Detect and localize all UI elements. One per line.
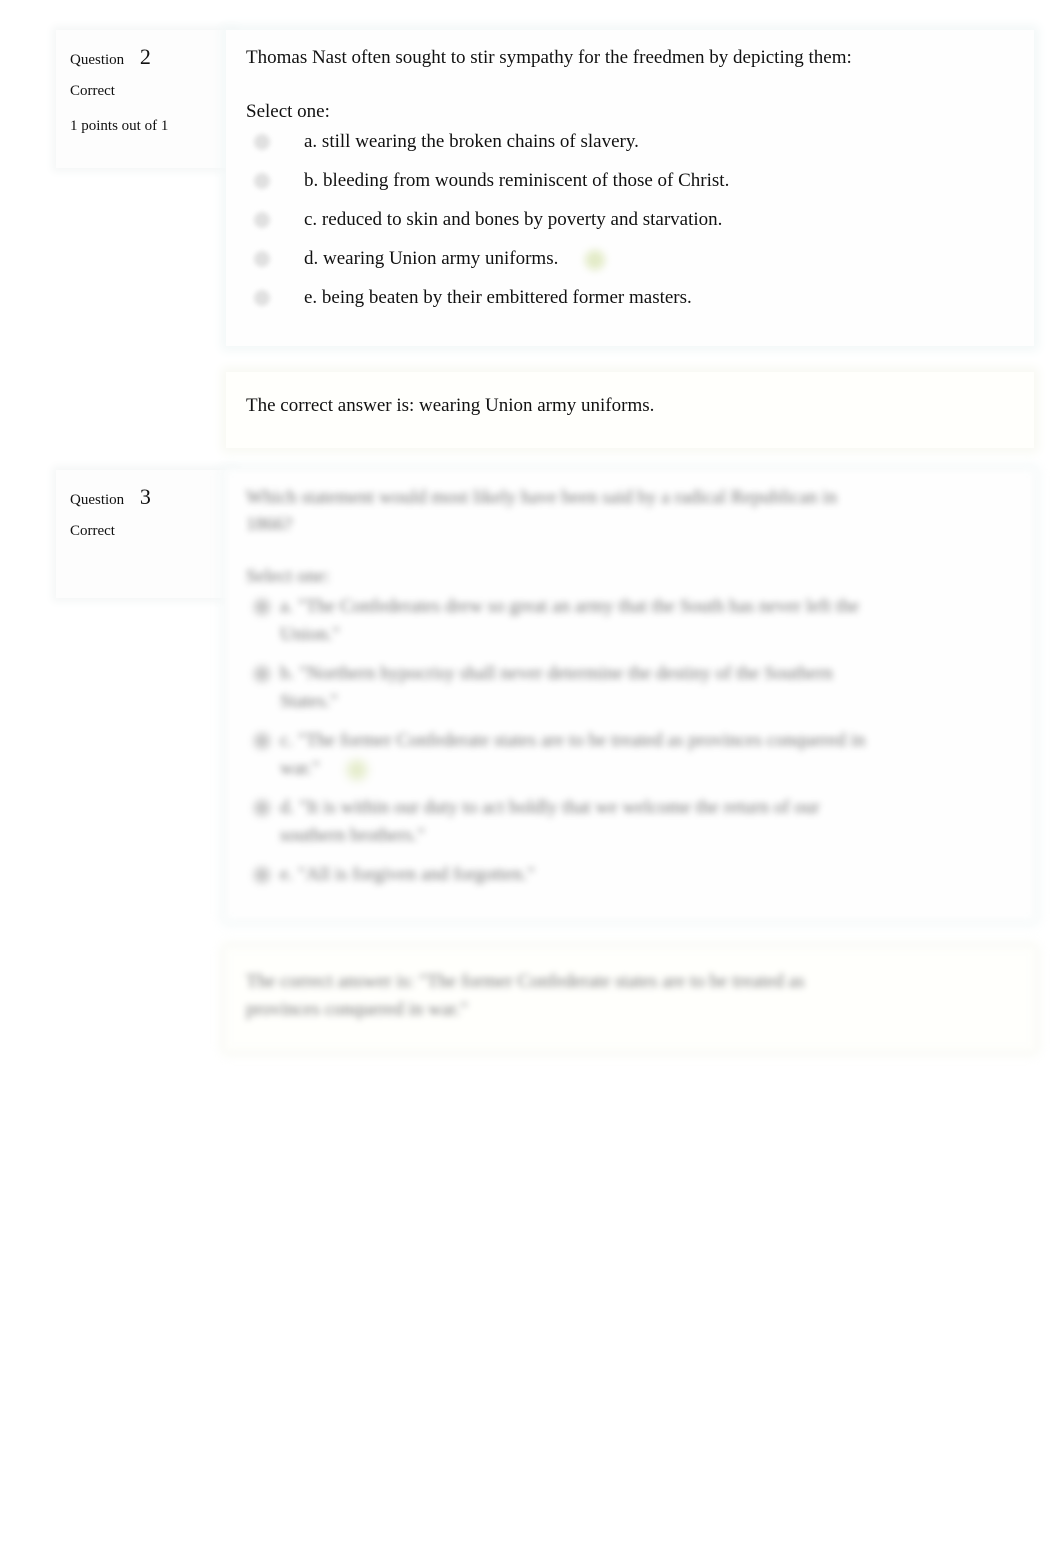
answer-option-d[interactable]: d. wearing Union army uniforms. xyxy=(246,245,1014,273)
correct-check-icon xyxy=(346,759,367,780)
answer-option-label: c. "The former Confederate states are to… xyxy=(280,730,866,779)
question-grade: 1 points out of 1 xyxy=(70,118,169,134)
question-feedback: The correct answer is: wearing Union arm… xyxy=(226,372,1034,448)
answer-option-e[interactable]: e. "All is forgiven and forgotten." xyxy=(246,861,866,889)
answer-option-label: a. still wearing the broken chains of sl… xyxy=(304,131,639,152)
question-text: Which statement would most likely have b… xyxy=(246,487,837,535)
radio-button[interactable] xyxy=(254,666,270,682)
radio-button[interactable] xyxy=(254,599,270,615)
answer-option-a[interactable]: a. still wearing the broken chains of sl… xyxy=(246,128,1014,156)
radio-button-selected[interactable] xyxy=(254,733,270,749)
right-answer-text: The correct answer is: "The former Confe… xyxy=(246,971,805,1020)
answer-option-label: d. "It is within our duty to act boldly … xyxy=(280,797,820,846)
answer-option-label: b. bleeding from wounds reminiscent of t… xyxy=(304,170,730,191)
answer-option-b[interactable]: b. bleeding from wounds reminiscent of t… xyxy=(246,167,1014,195)
answer-option-c[interactable]: c. "The former Confederate states are to… xyxy=(246,727,866,783)
answer-option-label: d. wearing Union army uniforms. xyxy=(304,248,559,269)
select-one-prompt: Select one: xyxy=(246,566,330,587)
question-formulation: Thomas Nast often sought to stir sympath… xyxy=(226,30,1034,346)
answer-option-e[interactable]: e. being beaten by their embittered form… xyxy=(246,284,1014,312)
answer-option-a[interactable]: a. "The Confederates drew so great an ar… xyxy=(246,593,866,649)
radio-button[interactable] xyxy=(254,173,270,189)
question-number: 2 xyxy=(139,44,151,69)
correct-check-icon xyxy=(585,249,606,270)
answer-option-d[interactable]: d. "It is within our duty to act boldly … xyxy=(246,794,866,850)
answer-option-label: e. being beaten by their embittered form… xyxy=(304,287,692,308)
radio-button[interactable] xyxy=(254,134,270,150)
answer-option-label: b. "Northern hypocrisy shall never deter… xyxy=(280,663,833,712)
question-info: Question 2 Correct 1 points out of 1 xyxy=(56,30,236,168)
question-state: Correct xyxy=(70,523,115,539)
question-feedback: The correct answer is: "The former Confe… xyxy=(226,948,1034,1050)
radio-button[interactable] xyxy=(254,800,270,816)
question-state: Correct xyxy=(70,83,115,99)
answer-option-label: a. "The Confederates drew so great an ar… xyxy=(280,596,860,645)
radio-button[interactable] xyxy=(254,290,270,306)
question-label: Question xyxy=(70,492,125,508)
question-number: 3 xyxy=(139,484,151,509)
answer-option-b[interactable]: b. "Northern hypocrisy shall never deter… xyxy=(246,660,866,716)
question-label: Question xyxy=(70,52,125,68)
select-one-prompt: Select one: xyxy=(246,101,330,122)
answer-option-c[interactable]: c. reduced to skin and bones by poverty … xyxy=(246,206,1014,234)
radio-button[interactable] xyxy=(254,867,270,883)
question-formulation: Which statement would most likely have b… xyxy=(226,470,1034,920)
answer-option-label: c. reduced to skin and bones by poverty … xyxy=(304,209,723,230)
radio-button[interactable] xyxy=(254,212,270,228)
radio-button-selected[interactable] xyxy=(254,251,270,267)
answer-option-label: e. "All is forgiven and forgotten." xyxy=(280,864,535,885)
right-answer-text: The correct answer is: wearing Union arm… xyxy=(246,395,655,416)
answer-options: a. still wearing the broken chains of sl… xyxy=(246,128,1014,312)
answer-options: a. "The Confederates drew so great an ar… xyxy=(246,593,866,889)
question-text: Thomas Nast often sought to stir sympath… xyxy=(246,47,852,68)
question-info: Question 3 Correct xyxy=(56,470,236,598)
